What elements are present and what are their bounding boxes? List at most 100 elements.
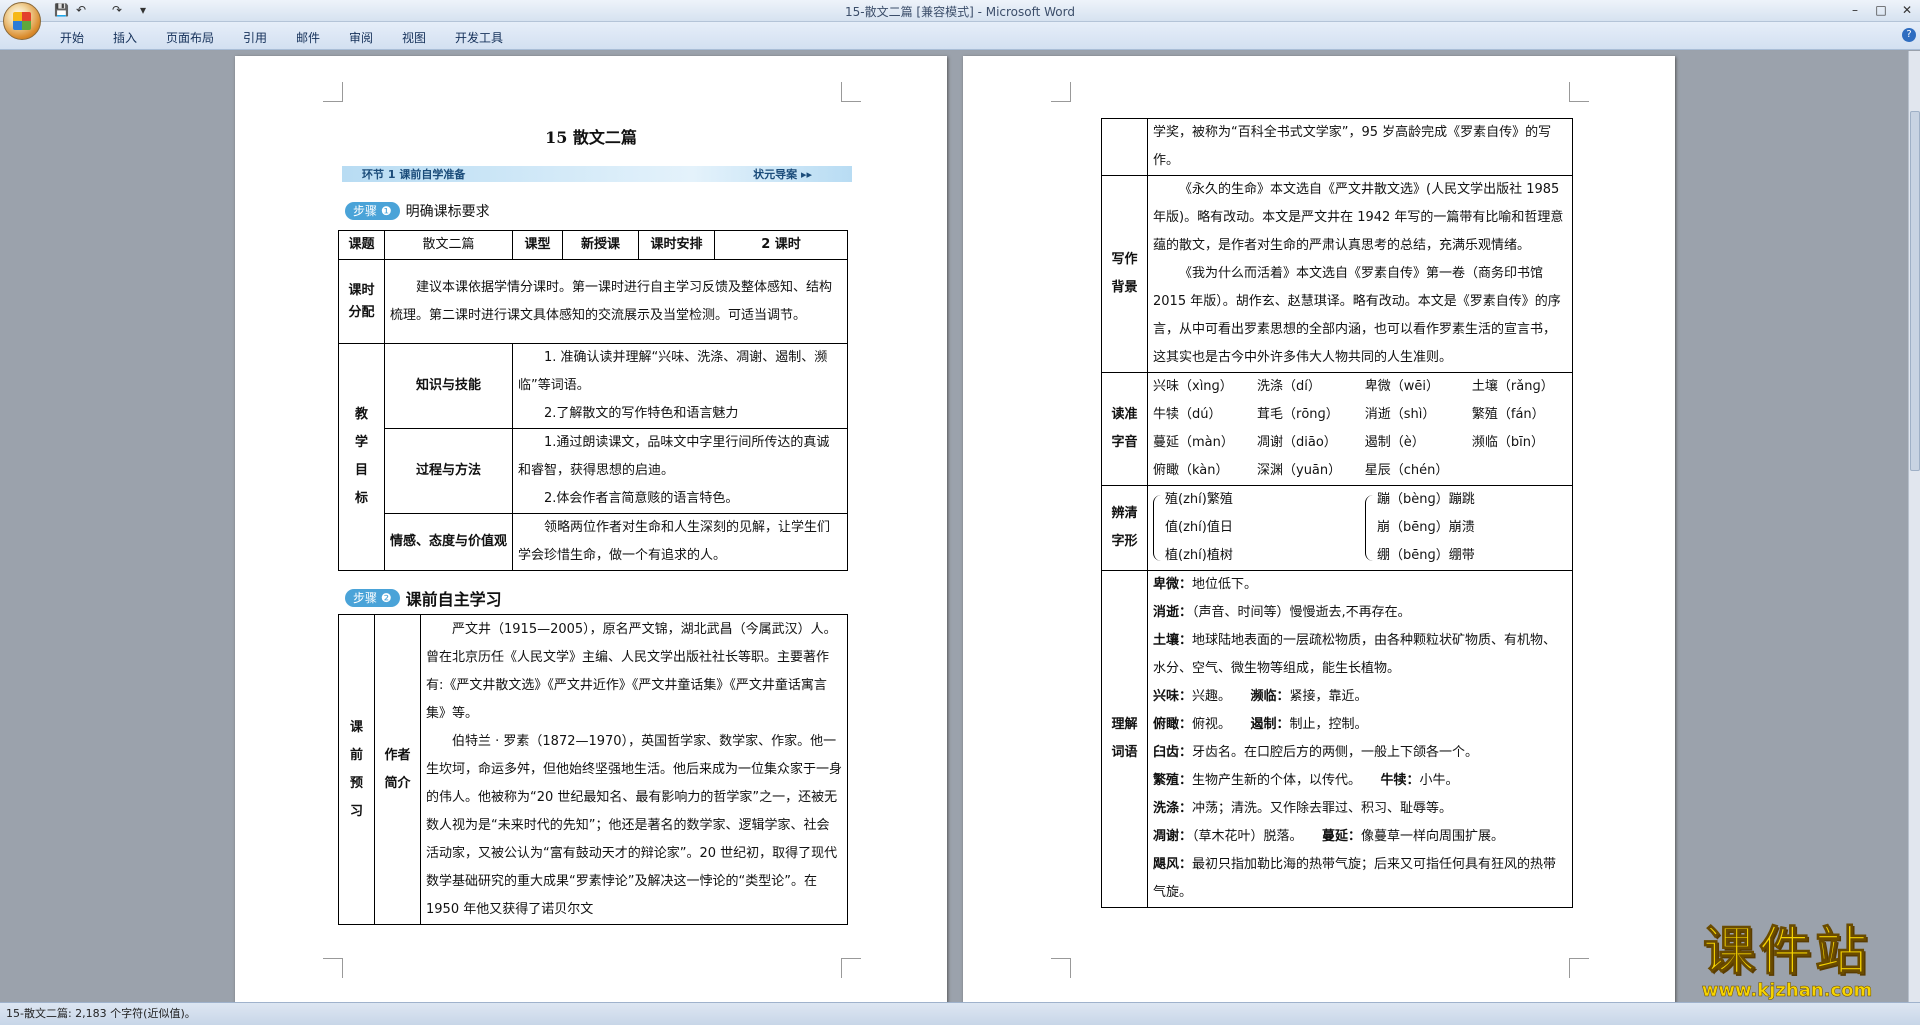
document-heading: 15 散文二篇 <box>545 128 637 147</box>
minimize-button[interactable]: – <box>1842 0 1868 20</box>
status-bar: 15-散文二篇: 2,183 个字符(近似值)。 <box>0 1002 1920 1025</box>
pre-study-table: 课前预习 作者简介 严文井（1915—2005），原名严文锦，湖北武昌（今属武汉… <box>338 614 848 925</box>
step-2-badge: 步骤 ❷ <box>345 589 400 607</box>
pron-item: 卑微（wēi） <box>1364 379 1439 394</box>
step-1-badge: 步骤 ❶ <box>345 202 400 220</box>
crop-mark <box>323 958 343 978</box>
char-item: 绷（bēnɡ）绷带 <box>1377 548 1475 563</box>
crop-mark <box>1051 82 1071 102</box>
char-item: 值(zhí)值日 <box>1165 520 1233 535</box>
goal-text: 2.体会作者言简意赅的语言特色。 <box>544 491 739 506</box>
crop-mark <box>841 958 861 978</box>
tab-home[interactable]: 开始 <box>60 29 84 46</box>
char-item: 植(zhí)植树 <box>1165 548 1233 563</box>
pron-item: 蔓延（màn） <box>1153 435 1234 450</box>
page-2[interactable]: 学奖，被称为“百科全书式文学家”，95 岁高龄完成《罗素自传》的写作。 写作背景… <box>963 56 1675 1002</box>
crop-mark <box>1051 958 1071 978</box>
pron-item: 濒临（bīn） <box>1471 435 1544 450</box>
pron-item: 凋谢（diāo） <box>1257 435 1337 450</box>
word-def: 土壤：地球陆地表面的一层疏松物质，由各种颗粒状矿物质、有机物、水分、空气、微生物… <box>1153 633 1557 676</box>
cell: 严文井（1915—2005），原名严文锦，湖北武昌（今属武汉）人。曾在北京历任《… <box>420 614 848 925</box>
step-2-header: 步骤 ❷ 课前自主学习 <box>345 588 502 609</box>
title-bar: 💾 ↶ ↷ ▾ 15-散文二篇 [兼容模式] - Microsoft Word … <box>0 0 1920 40</box>
cell <box>1101 118 1148 176</box>
section-banner: 环节 1 课前自学准备 <box>342 166 692 182</box>
cell: 卑微：地位低下。 消逝：（声音、时间等）慢慢逝去,不再存在。 土壤：地球陆地表面… <box>1147 570 1573 908</box>
word-def: 卑微：地位低下。 <box>1153 577 1258 592</box>
tab-insert[interactable]: 插入 <box>113 29 137 46</box>
vertical-scrollbar[interactable] <box>1908 51 1920 1002</box>
cell: 1. 准确认读并理解“兴味、洗涤、凋谢、遏制、濒临”等词语。 2.了解散文的写作… <box>512 343 848 429</box>
char-item: 蹦（bènɡ）蹦跳 <box>1377 492 1475 507</box>
background-text: 《永久的生命》本文选自《严文井散文选》(人民文学出版社 1985 年版)。略有改… <box>1153 182 1564 253</box>
cell: 课时安排 <box>638 230 715 260</box>
pron-item: 兴味（xìnɡ） <box>1153 379 1233 394</box>
maximize-button[interactable]: □ <box>1868 0 1894 20</box>
office-button[interactable] <box>3 2 41 40</box>
tab-view[interactable]: 视图 <box>402 29 426 46</box>
pron-item: 俯瞰（kàn） <box>1153 463 1229 478</box>
pron-item: 深渊（yuān） <box>1257 463 1342 478</box>
char-item: 崩（bēnɡ）崩溃 <box>1377 520 1475 535</box>
cell: 兴味（xìnɡ） 洗涤（dí） 卑微（wēi） 土壤（rǎnɡ） 牛犊（dú） … <box>1147 372 1573 486</box>
crop-mark <box>841 82 861 102</box>
cell: 课前预习 <box>338 614 375 925</box>
crop-mark <box>1569 958 1589 978</box>
cell: 《永久的生命》本文选自《严文井散文选》(人民文学出版社 1985 年版)。略有改… <box>1147 175 1573 373</box>
pron-item: 消逝（shì） <box>1364 407 1436 422</box>
cell: 过程与方法 <box>384 428 513 514</box>
cell: 领略两位作者对生命和人生深刻的见解，让学生们学会珍惜生命，做一个有追求的人。 <box>512 513 848 571</box>
cell: 新授课 <box>562 230 639 260</box>
word-def: 飓风：最初只指加勒比海的热带气旋；后来又可指任何具有狂风的热带气旋。 <box>1153 857 1557 900</box>
pre-study-table-continued: 学奖，被称为“百科全书式文学家”，95 岁高龄完成《罗素自传》的写作。 写作背景… <box>1101 118 1573 908</box>
pron-item: 星辰（chén） <box>1364 463 1449 478</box>
left-brace-icon <box>1365 495 1377 561</box>
cell: 教学目标 <box>338 343 385 571</box>
pron-item <box>1467 457 1572 485</box>
pron-item: 茸毛（rōnɡ） <box>1257 407 1339 422</box>
cell: 理解词语 <box>1101 570 1148 908</box>
cell: 读准字音 <box>1101 372 1148 486</box>
office-logo-icon <box>13 12 31 30</box>
word-def: 凋谢：（草木花叶）脱落。 蔓延：像蔓草一样向周围扩展。 <box>1153 829 1505 844</box>
goal-text: 2.了解散文的写作特色和语言魅力 <box>544 406 739 421</box>
cell: 知识与技能 <box>384 343 513 429</box>
section-banner-right: 状元导案 ▸▸ <box>692 166 852 182</box>
step-1-header: 步骤 ❶ 明确课标要求 <box>345 201 490 221</box>
tab-mailings[interactable]: 邮件 <box>296 29 320 46</box>
author-intro: 伯特兰 · 罗素（1872—1970），英国哲学家、数学家、作家。他一生坎坷，命… <box>426 733 843 917</box>
cell: 2 课时 <box>714 230 848 260</box>
word-def: 臼齿：牙齿名。在口腔后方的两侧，一般上下颌各一个。 <box>1153 745 1479 760</box>
cell: 1.通过朗读课文，品味文中字里行间所传达的真诚和睿智，获得思想的启迪。 2.体会… <box>512 428 848 514</box>
char-item: 殖(zhí)繁殖 <box>1165 492 1233 507</box>
pronunciation-grid: 兴味（xìnɡ） 洗涤（dí） 卑微（wēi） 土壤（rǎnɡ） 牛犊（dú） … <box>1148 373 1572 485</box>
close-button[interactable]: ✕ <box>1894 0 1920 20</box>
scroll-thumb[interactable] <box>1910 111 1920 471</box>
left-brace-icon <box>1153 495 1165 561</box>
pron-item: 洗涤（dí） <box>1257 379 1321 394</box>
goal-text: 1. 准确认读并理解“兴味、洗涤、凋谢、遏制、濒临”等词语。 <box>518 350 828 393</box>
tab-developer[interactable]: 开发工具 <box>455 29 503 46</box>
crop-mark <box>1569 82 1589 102</box>
step-2-title: 课前自主学习 <box>405 590 502 609</box>
tab-review[interactable]: 审阅 <box>349 29 373 46</box>
document-workspace[interactable]: 15 散文二篇 环节 1 课前自学准备 状元导案 ▸▸ 步骤 ❶ 明确课标要求 … <box>0 51 1908 1002</box>
cell: 殖(zhí)繁殖 值(zhí)值日 植(zhí)植树 蹦（bènɡ）蹦跳 崩（b… <box>1147 485 1573 571</box>
page-1[interactable]: 15 散文二篇 环节 1 课前自学准备 状元导案 ▸▸ 步骤 ❶ 明确课标要求 … <box>235 56 947 1002</box>
char-group-right: 蹦（bènɡ）蹦跳 崩（bēnɡ）崩溃 绷（bēnɡ）绷带 <box>1377 486 1475 570</box>
word-def: 洗涤：冲荡；清洗。又作除去罪过、积习、耻辱等。 <box>1153 801 1453 816</box>
tab-page-layout[interactable]: 页面布局 <box>166 29 214 46</box>
word-def: 消逝：（声音、时间等）慢慢逝去,不再存在。 <box>1153 605 1411 620</box>
goal-text: 1.通过朗读课文，品味文中字里行间所传达的真诚和睿智，获得思想的启迪。 <box>518 435 830 478</box>
cell: 课题 <box>338 230 385 260</box>
cell: 课时分配 <box>338 259 385 344</box>
crop-mark <box>323 82 343 102</box>
watermark-url: www.kjzhan.com <box>1701 980 1873 1002</box>
pron-item: 土壤（rǎnɡ） <box>1471 379 1554 394</box>
watermark-logo: 课件站 www.kjzhan.com <box>1672 924 1902 1004</box>
cell: 建议本课依据学情分课时。第一课时进行自主学习反馈及整体感知、结构梳理。第二课时进… <box>384 259 848 344</box>
char-group-left: 殖(zhí)繁殖 值(zhí)值日 植(zhí)植树 <box>1165 486 1365 570</box>
help-icon[interactable]: ? <box>1902 28 1916 42</box>
author-intro: 严文井（1915—2005），原名严文锦，湖北武昌（今属武汉）人。曾在北京历任《… <box>426 621 837 721</box>
tab-references[interactable]: 引用 <box>243 29 267 46</box>
